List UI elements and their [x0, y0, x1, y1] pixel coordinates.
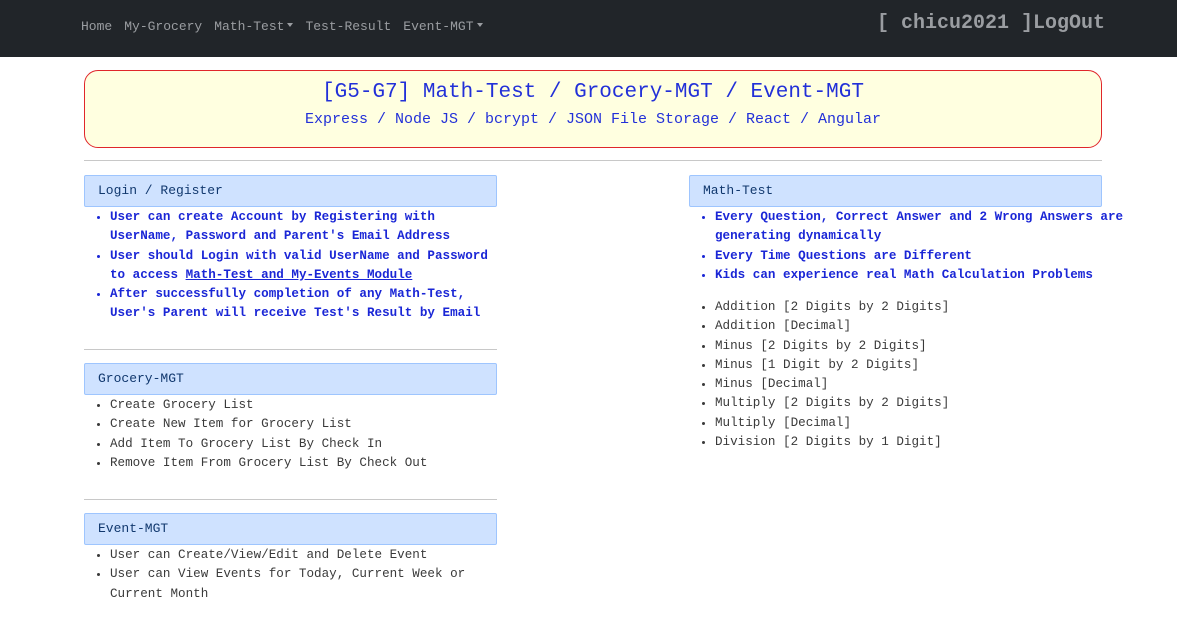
list-item: Create Grocery List — [110, 396, 497, 415]
banner-subtitle: Express / Node JS / bcrypt / JSON File S… — [304, 111, 882, 128]
user-area: [ chicu2021 ]LogOut — [877, 12, 1105, 35]
list-item: Add Item To Grocery List By Check In — [110, 435, 497, 454]
event-mgt-header: Event-MGT — [84, 513, 497, 545]
grocery-mgt-header: Grocery-MGT — [84, 363, 497, 395]
list-item: Every Question, Correct Answer and 2 Wro… — [715, 208, 1135, 247]
math-topic-list: Addition [2 Digits by 2 Digits] Addition… — [689, 298, 1102, 452]
list-item: Minus [2 Digits by 2 Digits] — [715, 337, 1102, 356]
nav-event-mgt-label: Event-MGT — [403, 19, 474, 34]
list-item: Remove Item From Grocery List By Check O… — [110, 454, 497, 473]
list-item: User can View Events for Today, Current … — [110, 565, 497, 604]
grocery-feature-list: Create Grocery List Create New Item for … — [84, 396, 497, 473]
list-item: Addition [Decimal] — [715, 317, 1102, 336]
event-feature-list: User can Create/View/Edit and Delete Eve… — [84, 546, 497, 604]
logout-link[interactable]: LogOut — [1033, 12, 1105, 35]
nav-event-mgt-dropdown[interactable]: Event-MGT — [403, 19, 483, 35]
top-navbar: Home My-Grocery Math-Test Test-Result Ev… — [0, 0, 1177, 57]
list-item: Addition [2 Digits by 2 Digits] — [715, 298, 1102, 317]
title-banner: [G5-G7] Math-Test / Grocery-MGT / Event-… — [84, 70, 1102, 148]
math-test-header: Math-Test — [689, 175, 1102, 207]
list-item: Minus [1 Digit by 2 Digits] — [715, 356, 1102, 375]
list-item: Minus [Decimal] — [715, 375, 1102, 394]
list-item: User can create Account by Registering w… — [110, 208, 497, 247]
list-item: User should Login with valid UserName an… — [110, 247, 497, 286]
math-feature-list: Every Question, Correct Answer and 2 Wro… — [689, 208, 1135, 285]
list-item: Kids can experience real Math Calculatio… — [715, 266, 1135, 285]
list-item: Multiply [2 Digits by 2 Digits] — [715, 394, 1102, 413]
list-item: Every Time Questions are Different — [715, 247, 1135, 266]
nav-math-test-label: Math-Test — [214, 19, 285, 34]
username-display: [ chicu2021 ] — [876, 12, 1033, 35]
list-item: Division [2 Digits by 1 Digit] — [715, 433, 1102, 452]
list-item: Create New Item for Grocery List — [110, 415, 497, 434]
caret-down-icon — [287, 23, 294, 27]
caret-down-icon — [476, 23, 483, 27]
list-item: User can Create/View/Edit and Delete Eve… — [110, 546, 497, 565]
login-feature-list: User can create Account by Registering w… — [84, 208, 497, 324]
list-item: After successfully completion of any Mat… — [110, 285, 497, 324]
nav-my-grocery[interactable]: My-Grocery — [124, 19, 202, 35]
list-item: Multiply [Decimal] — [715, 414, 1102, 433]
divider — [84, 499, 497, 500]
math-test-events-module-link[interactable]: Math-Test and My-Events Module — [186, 268, 413, 282]
nav-home[interactable]: Home — [81, 19, 112, 35]
divider — [84, 349, 497, 350]
banner-title: [G5-G7] Math-Test / Grocery-MGT / Event-… — [322, 81, 864, 104]
divider — [84, 160, 1102, 161]
nav-math-test-dropdown[interactable]: Math-Test — [214, 19, 294, 35]
nav-test-result[interactable]: Test-Result — [305, 19, 391, 35]
login-register-header: Login / Register — [84, 175, 497, 207]
nav-links: Home My-Grocery Math-Test Test-Result Ev… — [81, 19, 495, 35]
